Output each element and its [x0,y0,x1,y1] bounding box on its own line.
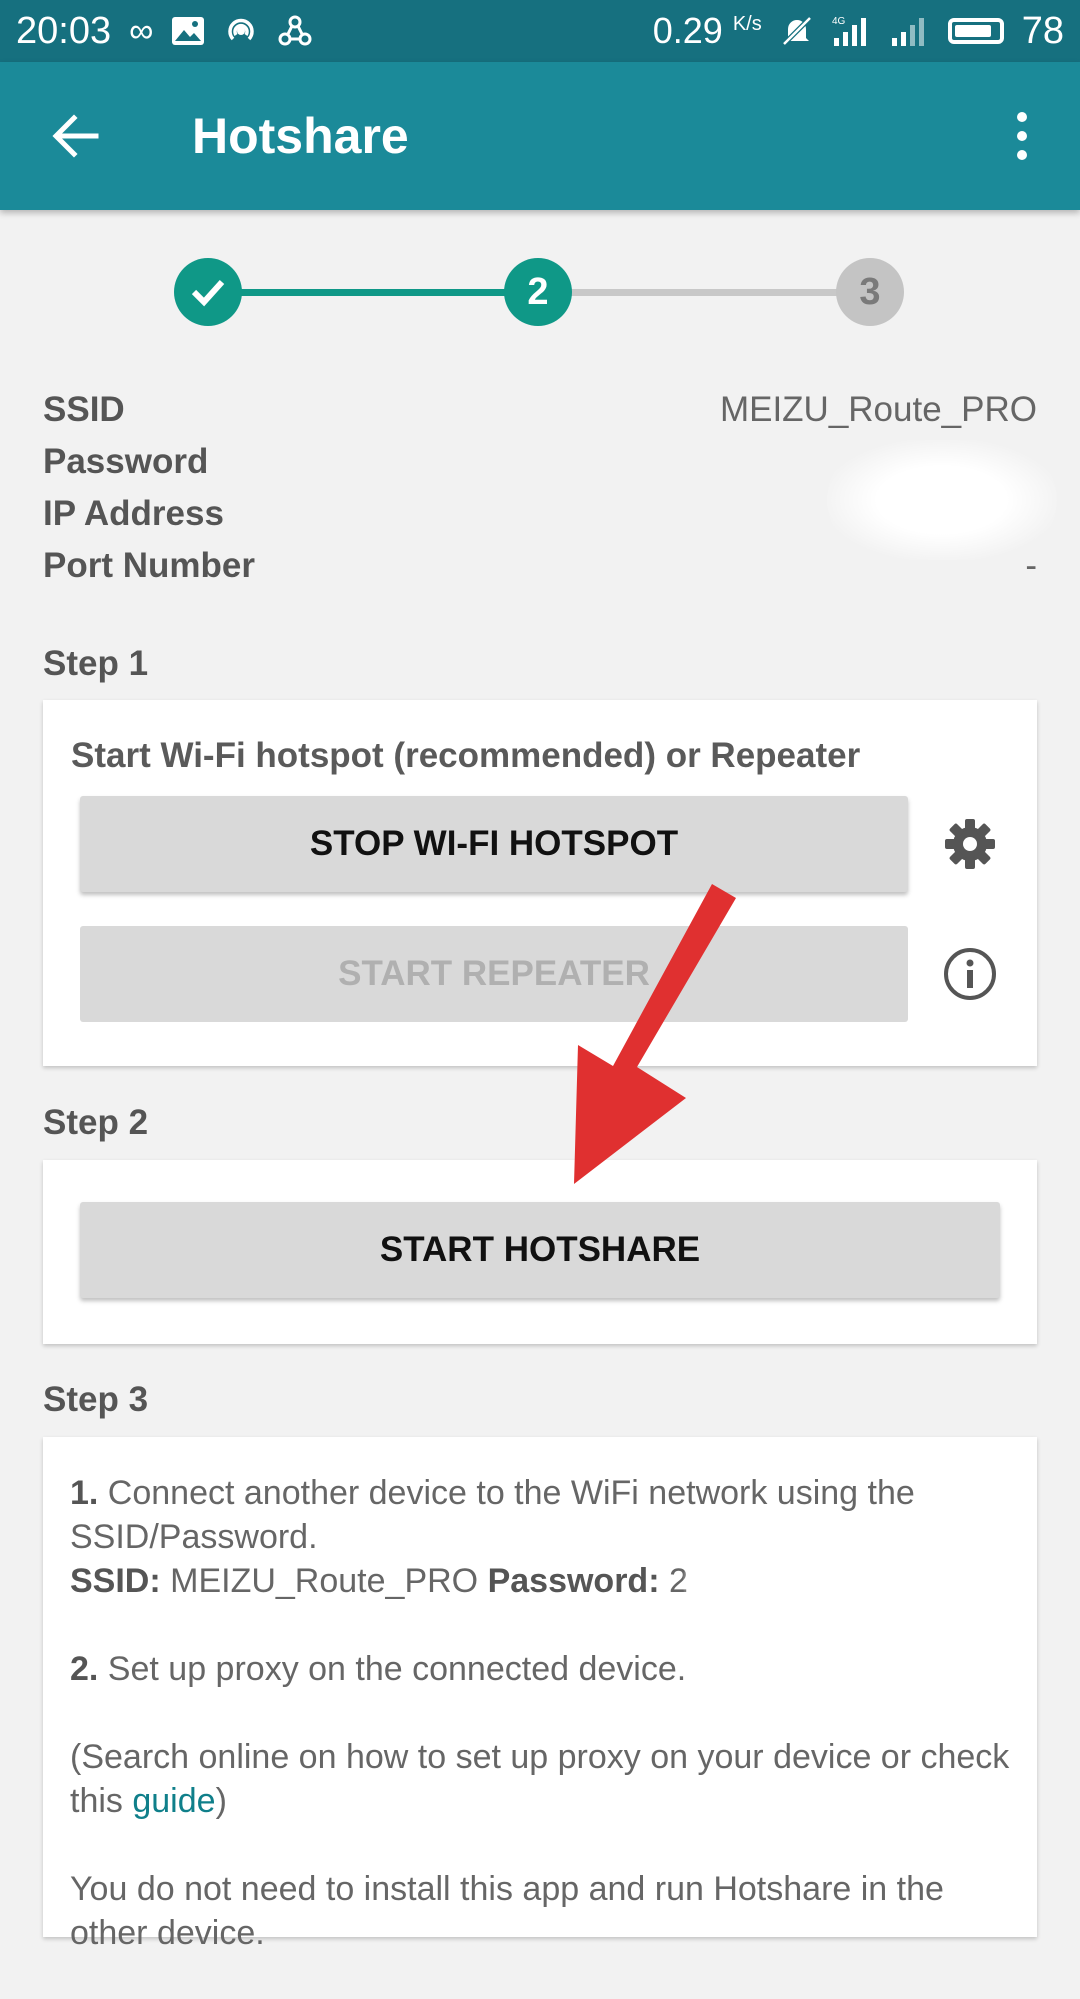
progress-stepper: 2 3 [0,250,1080,332]
status-bar: 20:03 ∞ 0.29 K/s 4G 78 [0,0,1080,62]
status-time: 20:03 [16,9,112,52]
mute-bell-icon [780,14,814,48]
stepper-line-complete [208,289,538,296]
share-nodes-icon [277,13,313,49]
instruction-search: (Search online on how to set up proxy on… [70,1735,1020,1823]
instruction-1-number: 1. [70,1474,99,1512]
instruction-ssid-value: MEIZU_Route_PRO [160,1562,488,1600]
hotspot-icon [223,13,259,49]
password-label: Password [43,442,209,481]
overflow-menu-icon[interactable] [992,96,1052,176]
search-close: ) [215,1782,227,1820]
port-value: - [1025,546,1037,585]
battery-icon [947,18,1004,44]
step-1-card: Start Wi-Fi hotspot (recommended) or Rep… [43,700,1037,1066]
battery-level: 78 [1021,9,1064,52]
instruction-footer: You do not need to install this app and … [70,1867,1020,1955]
instruction-2: 2. Set up proxy on the connected device. [70,1647,1020,1691]
network-speed: 0.29 K/s [653,10,762,52]
ip-label: IP Address [43,494,224,533]
speed-value: 0.29 [652,10,723,51]
step-2-title: Step 2 [43,1103,149,1142]
infinity-icon: ∞ [129,12,154,50]
step-3-title: Step 3 [43,1380,149,1419]
instruction-ssid-key: SSID: [70,1562,161,1600]
guide-link[interactable]: guide [132,1782,215,1820]
page-title: Hotshare [192,108,409,164]
redaction-blur-2 [683,1517,923,1647]
signal-weak-icon [890,14,930,48]
step-3-card: 1. Connect another device to the WiFi ne… [43,1437,1037,1952]
instruction-2-text: Set up proxy on the connected device. [98,1650,687,1688]
step-1-title: Step 1 [43,644,149,683]
network-type-label: 4G [832,16,846,27]
app-bar: Hotshare [0,62,1080,210]
ssid-row: SSID MEIZU_Route_PRO [43,384,1037,436]
step-1-complete-check-icon [174,258,242,326]
redaction-blur [827,440,1057,560]
back-arrow-icon[interactable] [36,96,116,176]
step-1-description: Start Wi-Fi hotspot (recommended) or Rep… [71,736,861,775]
start-repeater-button[interactable]: START REPEATER [80,926,908,1022]
instruction-password-key: Password: [487,1562,660,1600]
status-right: 0.29 K/s 4G 78 [653,10,1064,53]
ssid-value: MEIZU_Route_PRO [719,390,1037,429]
gear-icon[interactable] [938,812,1002,876]
stop-wifi-hotspot-button[interactable]: STOP WI-FI HOTSPOT [80,796,908,892]
connection-info: SSID MEIZU_Route_PRO Password IP Address… [43,384,1057,592]
image-notification-icon [171,16,205,46]
port-label: Port Number [43,546,255,585]
ssid-label: SSID [43,390,125,429]
speed-unit: K/s [732,13,762,35]
stepper-line-pending [538,289,870,296]
signal-4g-icon: 4G [832,14,872,48]
step-2-card: START HOTSHARE [43,1160,1037,1344]
status-left: 20:03 ∞ [16,10,313,53]
step-2-indicator: 2 [504,258,572,326]
instruction-2-number: 2. [70,1650,99,1688]
info-icon[interactable] [938,942,1002,1006]
step-3-indicator: 3 [836,258,904,326]
start-hotshare-button[interactable]: START HOTSHARE [80,1202,1000,1298]
footer-text: You do not need to install this app and … [70,1870,944,1952]
